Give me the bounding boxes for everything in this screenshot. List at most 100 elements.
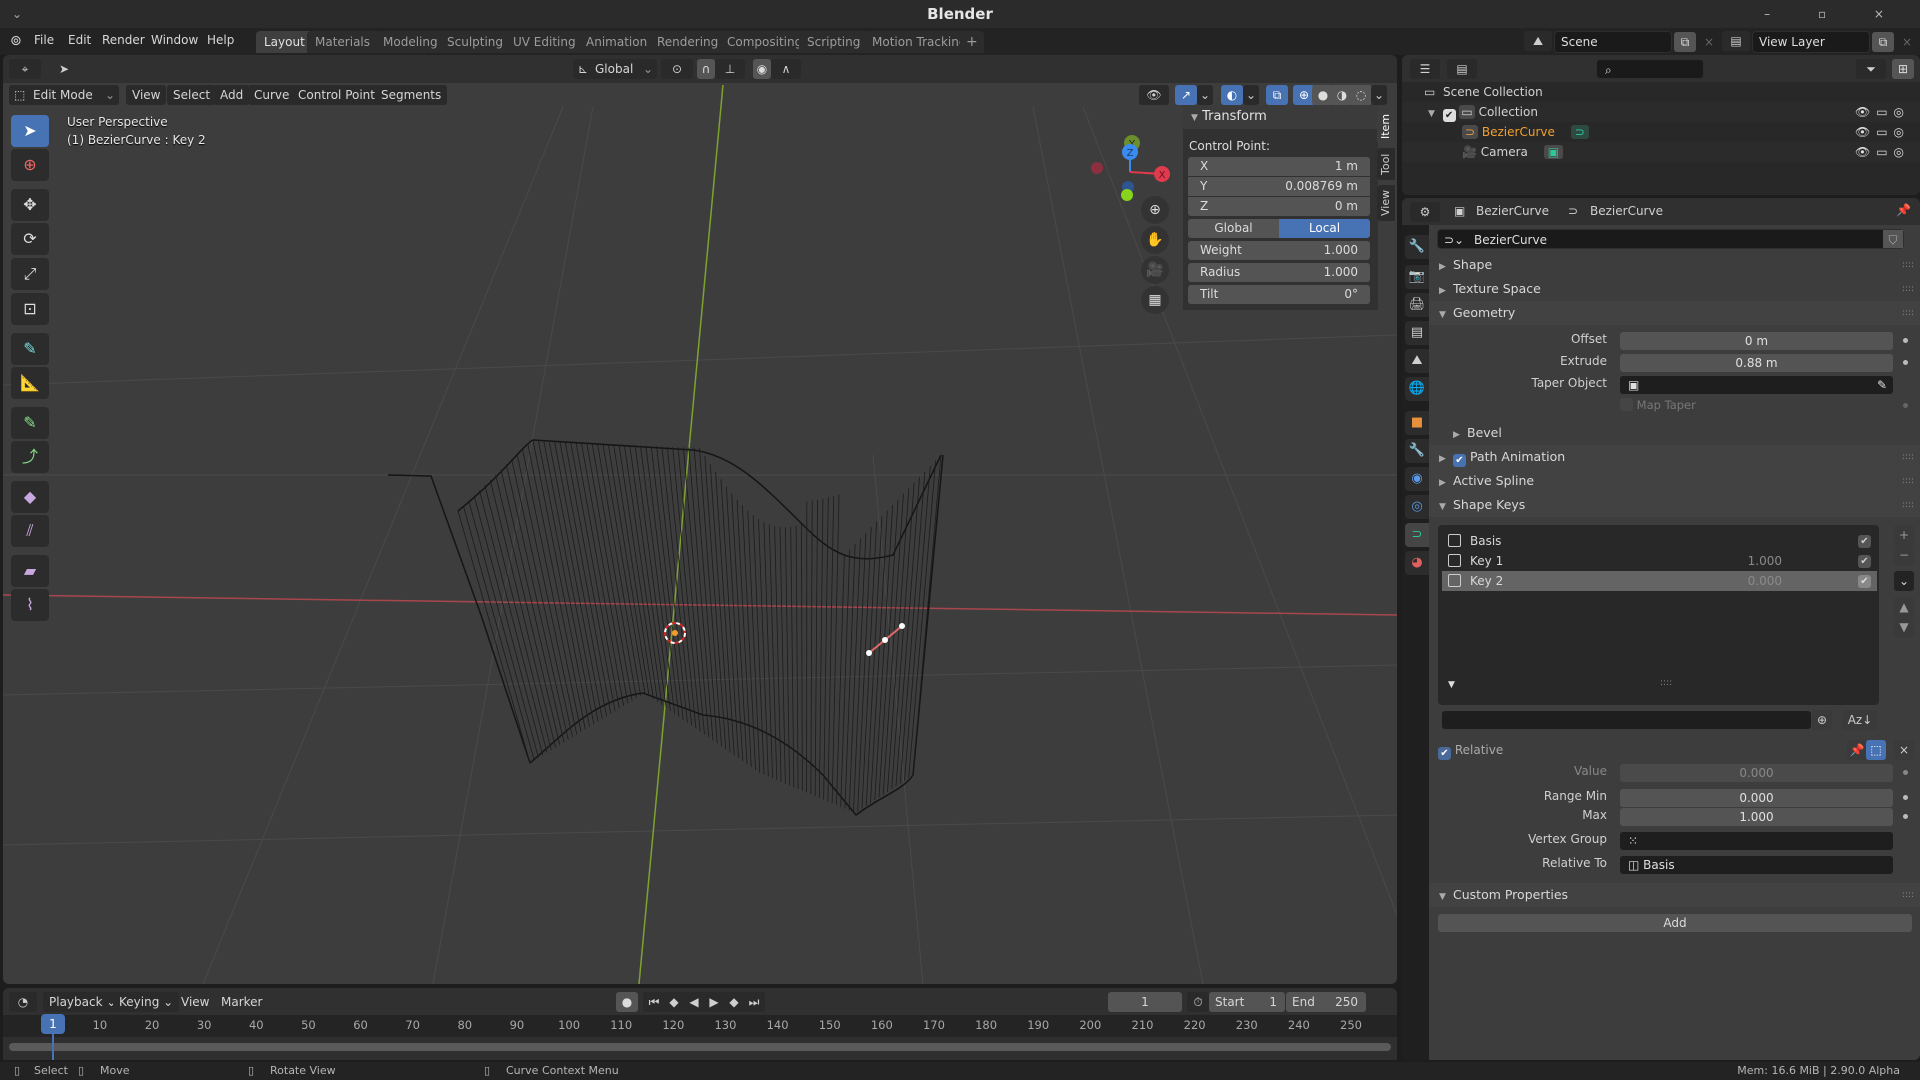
play-icon[interactable]: ▶ — [703, 992, 725, 1012]
visibility-toggles[interactable]: 👁▭◎ — [1855, 102, 1910, 122]
select-mode-icon[interactable]: ➤ — [53, 59, 75, 79]
menu-view[interactable]: View — [175, 992, 215, 1012]
keying-dropdown[interactable]: Keying ⌄ — [113, 992, 180, 1012]
tab-curve-data[interactable]: ⊃ — [1405, 523, 1429, 547]
delete-view-layer-icon[interactable]: × — [1896, 32, 1918, 52]
shrink-fatten-tool[interactable]: ⌇ — [11, 589, 49, 621]
x-field[interactable]: X1 m — [1188, 157, 1370, 176]
perspective-toggle-button[interactable]: ▦ — [1141, 286, 1169, 314]
shape-key-mute-checkbox[interactable]: ✔ — [1858, 535, 1871, 548]
scale-tool[interactable]: ⤢ — [11, 258, 49, 290]
add-property-button[interactable]: Add — [1438, 914, 1912, 932]
display-mode-icon[interactable]: ☰ — [1410, 59, 1440, 79]
relative-to-field[interactable]: ◫ Basis — [1620, 856, 1893, 874]
fake-user-shield-icon[interactable]: ⛉ — [1883, 230, 1903, 248]
menu-edit[interactable]: Edit — [68, 33, 91, 47]
window-controls[interactable]: – ▫ × — [1764, 0, 1906, 28]
mode-dropdown[interactable]: ⬚ Edit Mode ⌄ — [9, 85, 119, 105]
sort-alpha-icon[interactable]: Az↓ — [1842, 710, 1878, 730]
timeline-track[interactable] — [3, 1037, 1397, 1060]
curve-data-icon[interactable]: ⊃ — [1570, 125, 1589, 139]
relative-checkbox[interactable]: ✔ Relative — [1438, 743, 1503, 760]
tab-animation[interactable]: Animation — [578, 31, 656, 53]
current-frame-field[interactable]: 1 — [1108, 992, 1182, 1012]
shape-keys-filter-input[interactable] — [1442, 711, 1811, 729]
gizmo-neg-x[interactable] — [1091, 162, 1103, 174]
playhead-frame[interactable]: 1 — [41, 1014, 65, 1034]
new-scene-icon[interactable]: ⧉ — [1674, 32, 1696, 52]
snap-target-icon[interactable]: ⊥ — [715, 59, 745, 79]
visibility-toggles[interactable]: 👁▭◎ — [1855, 122, 1910, 142]
global-toggle[interactable]: Global — [1188, 219, 1279, 238]
playback-dropdown[interactable]: Playback ⌄ — [43, 992, 123, 1012]
tab-particles[interactable]: ◉ — [1405, 467, 1429, 491]
tab-compositing[interactable]: Compositing — [719, 31, 811, 53]
handle-point[interactable] — [899, 623, 905, 629]
tilt-tool[interactable]: ⫽ — [11, 515, 49, 547]
edit-mode-shape-icon[interactable]: ⬚ — [1866, 740, 1886, 760]
proportional-edit-icon[interactable]: ◉ — [753, 59, 771, 79]
outliner-item-camera[interactable]: 🎥 Camera ▣ 👁▭◎ — [1402, 142, 1920, 162]
menu-file[interactable]: File — [34, 33, 54, 47]
panel-texture-space[interactable]: ▶ Texture Space:::: — [1429, 277, 1920, 301]
editor-type-icon[interactable]: ⌖ — [9, 59, 41, 79]
view-layer-icon[interactable]: ▤ — [1722, 31, 1750, 51]
preview-range-icon[interactable]: ⏱ — [1187, 992, 1209, 1012]
transform-panel-header[interactable]: ▼ Transform — [1183, 105, 1378, 129]
move-up-button[interactable]: ▲ — [1894, 597, 1914, 617]
menu-curve[interactable]: Curve — [248, 85, 296, 105]
record-button[interactable]: ● — [616, 992, 638, 1012]
vertex-group-field[interactable]: ⁙ — [1620, 832, 1893, 850]
jump-end-icon[interactable]: ⏭ — [743, 992, 765, 1012]
gizmo-toggle-icon[interactable]: ↗ — [1175, 85, 1197, 105]
jump-start-icon[interactable]: ⏮ — [643, 992, 665, 1012]
tab-motion-tracking[interactable]: Motion Tracking — [864, 31, 975, 53]
prev-keyframe-icon[interactable]: ◆ — [663, 992, 685, 1012]
add-shape-key-button[interactable]: + — [1894, 525, 1914, 545]
tab-modeling[interactable]: Modeling — [375, 31, 446, 53]
shape-key-mute-checkbox[interactable]: ✔ — [1858, 575, 1871, 588]
map-taper-checkbox[interactable]: Map Taper — [1620, 398, 1696, 412]
panel-active-spline[interactable]: ▶ Active Spline:::: — [1429, 469, 1920, 493]
outliner-item-beziercurve[interactable]: ⊃ BezierCurve ⊃ 👁▭◎ — [1402, 122, 1920, 142]
randomize-tool[interactable]: ▰ — [11, 555, 49, 587]
delete-scene-icon[interactable]: × — [1698, 32, 1720, 52]
panel-shape-keys[interactable]: ▼ Shape Keys:::: — [1429, 493, 1920, 517]
menu-segments[interactable]: Segments — [375, 85, 448, 105]
scene-name-field[interactable]: Scene — [1554, 31, 1672, 53]
panel-path-animation[interactable]: ▶ ✔ Path Animation:::: — [1429, 445, 1920, 469]
chevron-down-icon[interactable]: ⌄ — [12, 0, 22, 28]
rendered-shading-icon[interactable]: ◌ — [1350, 85, 1372, 105]
snap-toggle-icon[interactable]: ∩ — [697, 59, 715, 79]
tab-world[interactable]: 🌐 — [1405, 377, 1429, 401]
menu-control-points[interactable]: Control Points — [292, 85, 388, 105]
shape-key-key1[interactable]: Key 1 1.000 ✔ — [1442, 551, 1877, 571]
extrude-cursor-tool[interactable]: ⤴ — [11, 441, 49, 473]
tab-rendering[interactable]: Rendering — [649, 31, 727, 53]
taper-object-field[interactable]: ▣ ✎ — [1620, 376, 1893, 394]
z-field[interactable]: Z0 m — [1188, 197, 1370, 216]
new-view-layer-icon[interactable]: ⧉ — [1872, 32, 1894, 52]
handle-point[interactable] — [866, 650, 872, 656]
tab-uv-editing[interactable]: UV Editing — [505, 31, 584, 53]
gizmo-neg-y[interactable] — [1121, 189, 1133, 201]
chevron-down-icon[interactable]: ⌄ — [1371, 85, 1387, 105]
tab-sculpting[interactable]: Sculpting — [439, 31, 512, 53]
scene-browse-icon[interactable]: ⛰ — [1524, 31, 1552, 51]
camera-data-icon[interactable]: ▣ — [1543, 145, 1564, 159]
menu-window[interactable]: Window — [151, 33, 198, 47]
navigation-gizmo[interactable]: Y Z X — [1083, 115, 1173, 205]
range-min-field[interactable]: 0.000 — [1620, 789, 1893, 807]
tab-view-layer[interactable]: ▤ — [1405, 321, 1429, 345]
remove-shape-key-button[interactable]: − — [1894, 545, 1914, 565]
xray-toggle-icon[interactable]: ⧉ — [1266, 85, 1288, 105]
pin-icon[interactable]: 📌 — [1896, 203, 1911, 217]
transform-orientation-dropdown[interactable]: ⊾ Global ⌄ — [573, 59, 657, 79]
filter-options-triangle-icon[interactable]: ▼ — [1448, 680, 1455, 690]
move-tool[interactable]: ✥ — [11, 189, 49, 221]
falloff-icon[interactable]: ∧ — [771, 59, 801, 79]
view-layer-field[interactable]: View Layer — [1752, 31, 1870, 53]
new-collection-icon[interactable]: ⊞ — [1892, 59, 1914, 79]
timeline-scrollbar[interactable] — [9, 1043, 1391, 1051]
blender-logo-icon[interactable]: ⊚ — [10, 33, 22, 49]
